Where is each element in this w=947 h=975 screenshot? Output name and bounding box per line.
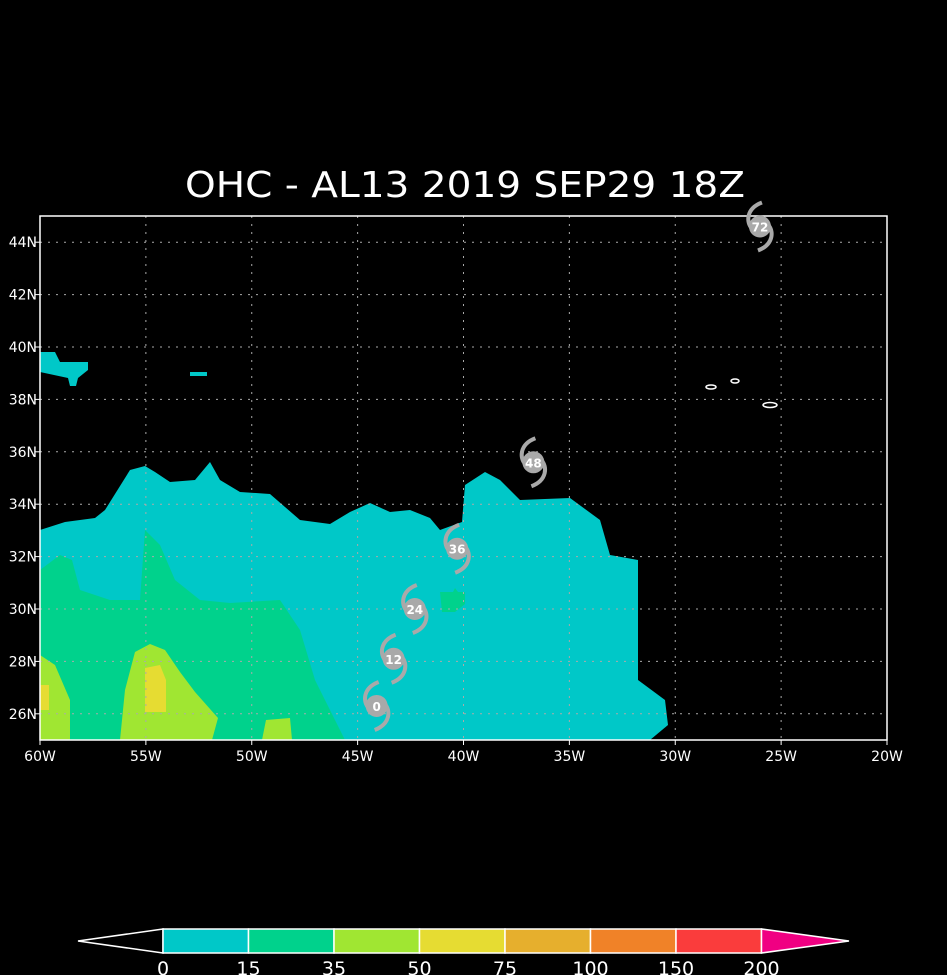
colorbar-label: 0 [157, 958, 169, 975]
colorbar-over-arrow [760, 928, 850, 954]
forecast-hour-label: 24 [406, 603, 423, 617]
forecast-hour-label: 48 [525, 456, 542, 470]
colorbar-label: 150 [658, 958, 694, 975]
y-tick-label: 44N [9, 235, 37, 251]
colorbar-label: 50 [407, 958, 431, 975]
colorbar-under-arrow [77, 928, 164, 954]
x-tick-label: 45W [342, 749, 374, 765]
y-tick-label: 40N [9, 340, 37, 356]
x-tick-label: 55W [130, 749, 162, 765]
x-tick-label: 60W [24, 749, 56, 765]
forecast-hour-label: 36 [449, 543, 466, 557]
y-axis: 26N 28N 30N 32N 34N 36N 38N 40N 42N 44N [9, 235, 40, 723]
x-tick-label: 20W [871, 749, 903, 765]
colorbar-swatch [418, 928, 506, 954]
ohc-field [40, 352, 668, 740]
y-tick-label: 30N [9, 602, 37, 618]
storm-marker: 48 [519, 436, 548, 489]
y-tick-label: 28N [9, 654, 37, 670]
x-tick-label: 35W [554, 749, 586, 765]
colorbar-swatch [247, 928, 335, 954]
colorbar: 0 15 35 50 75 100 150 200 [77, 928, 850, 975]
forecast-hour-label: 72 [752, 220, 769, 234]
ohc-region-0-15-north [40, 352, 88, 386]
colorbar-label: 75 [493, 958, 517, 975]
ohc-region-0-15-spot [190, 372, 207, 376]
forecast-hour-label: 12 [385, 653, 402, 667]
x-tick-label: 30W [659, 749, 691, 765]
ohc-map: OHC - AL13 2019 SEP29 18Z 60W 55W 50W 45W 40… [9, 165, 903, 975]
colorbar-label: 35 [322, 958, 346, 975]
colorbar-swatch [504, 928, 592, 954]
x-tick-label: 40W [448, 749, 480, 765]
colorbar-swatch [333, 928, 421, 954]
ohc-region-50-75-west [40, 685, 49, 710]
colorbar-label: 15 [236, 958, 260, 975]
map-title: OHC - AL13 2019 SEP29 18Z [185, 165, 745, 206]
forecast-hour-label: 0 [373, 700, 381, 714]
ohc-region-35-50-east [262, 718, 292, 740]
y-tick-label: 32N [9, 550, 37, 566]
storm-marker: 72 [746, 200, 774, 253]
y-tick-label: 26N [9, 707, 37, 723]
coastline [705, 378, 778, 409]
colorbar-swatch [162, 928, 250, 954]
colorbar-label: 100 [572, 958, 608, 975]
x-tick-label: 50W [236, 749, 268, 765]
y-tick-label: 36N [9, 445, 37, 461]
y-tick-label: 38N [9, 392, 37, 408]
y-tick-label: 34N [9, 497, 37, 513]
x-axis: 60W 55W 50W 45W 40W 35W 30W 25W 20W [24, 740, 903, 765]
colorbar-swatch [589, 928, 677, 954]
colorbar-label: 200 [743, 958, 779, 975]
x-tick-label: 25W [765, 749, 797, 765]
y-tick-label: 42N [9, 288, 37, 304]
colorbar-swatch [675, 928, 763, 954]
